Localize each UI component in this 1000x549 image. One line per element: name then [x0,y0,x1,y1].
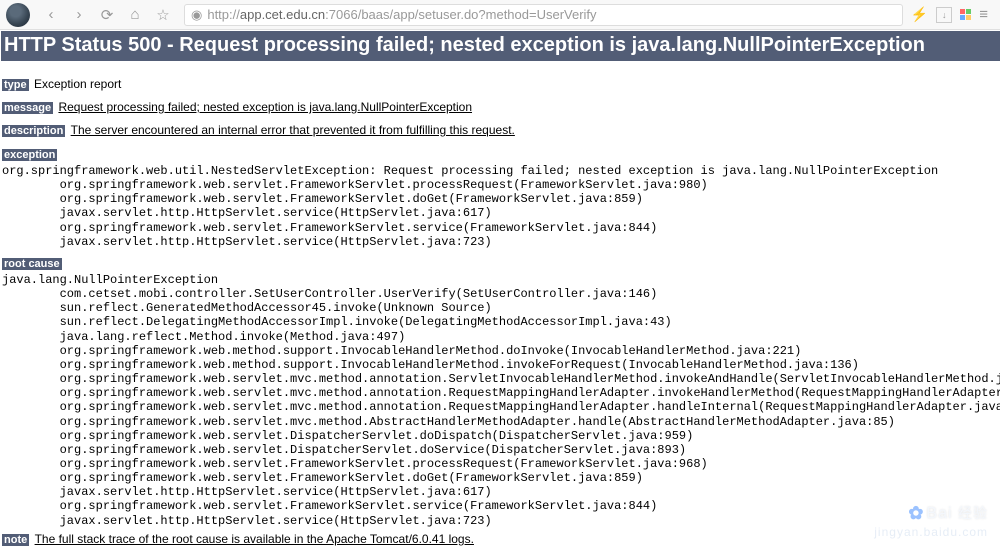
download-icon[interactable]: ↓ [936,7,952,23]
menu-icon[interactable]: ≡ [979,6,988,23]
message-label: message [2,102,53,114]
url-text: http://app.cet.edu.cn:7066/baas/app/setu… [207,7,596,22]
exception-label: exception [2,149,57,161]
type-text: Exception report [34,77,121,91]
toolbar-right: ⚡ ↓ ≡ [911,6,994,23]
description-section: description The server encountered an in… [0,117,1000,140]
page-content: HTTP Status 500 - Request processing fai… [0,31,1000,549]
note-label: note [2,534,29,546]
url-bar[interactable]: ◉ http://app.cet.edu.cn:7066/baas/app/se… [184,4,903,26]
exception-header: exception [0,147,1000,161]
type-section: type Exception report [0,71,1000,94]
back-button[interactable]: ‹ [38,3,64,27]
status-title: HTTP Status 500 - Request processing fai… [1,31,1000,61]
root-cause-header: root cause [0,256,1000,270]
browser-toolbar: ‹ › ⟳ ⌂ ☆ ◉ http://app.cet.edu.cn:7066/b… [0,0,1000,30]
note-section: note The full stack trace of the root ca… [0,528,1000,549]
root-cause-label: root cause [2,258,62,270]
root-cause-trace: java.lang.NullPointerException com.cetse… [0,270,1000,528]
bolt-icon[interactable]: ⚡ [911,6,928,23]
exception-trace: org.springframework.web.util.NestedServl… [0,161,1000,249]
description-label: description [2,125,65,137]
forward-button[interactable]: › [66,3,92,27]
home-button[interactable]: ⌂ [122,3,148,27]
apps-icon[interactable] [960,9,971,20]
compass-icon: ◉ [191,7,202,23]
message-section: message Request processing failed; neste… [0,94,1000,117]
avatar[interactable] [6,3,30,27]
note-text: The full stack trace of the root cause i… [35,532,474,546]
star-button[interactable]: ☆ [150,3,176,27]
description-text: The server encountered an internal error… [71,123,515,137]
message-text: Request processing failed; nested except… [58,100,472,114]
reload-button[interactable]: ⟳ [94,3,120,27]
type-label: type [2,79,29,91]
